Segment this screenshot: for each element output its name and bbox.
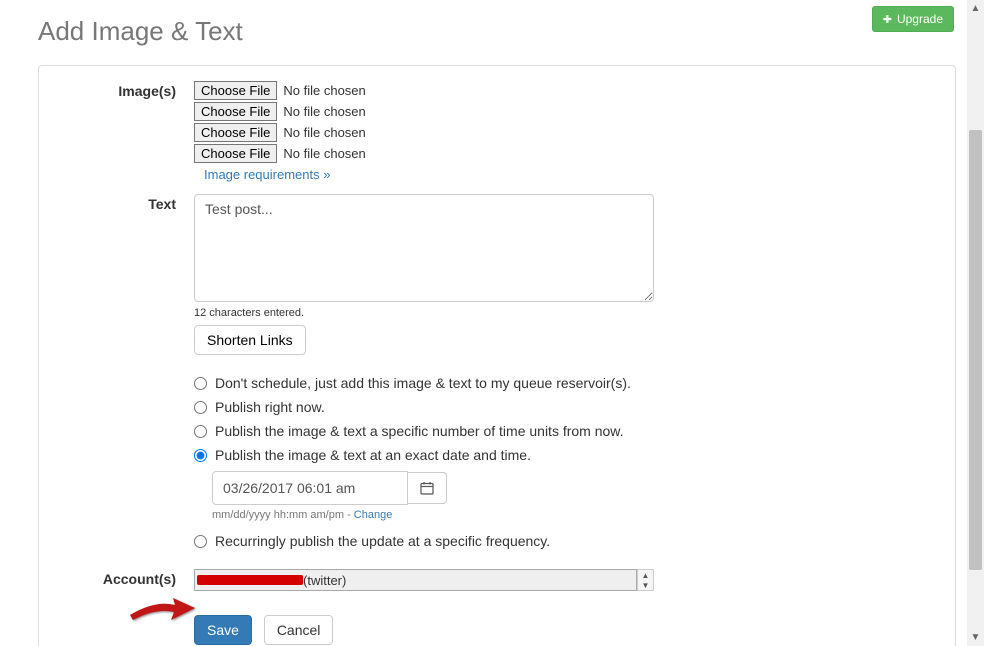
scroll-thumb[interactable] bbox=[969, 130, 982, 570]
schedule-option-now[interactable]: Publish right now. bbox=[194, 399, 940, 415]
datetime-input[interactable] bbox=[212, 471, 408, 505]
calendar-icon bbox=[420, 481, 434, 495]
radio-queue[interactable] bbox=[194, 377, 207, 390]
schedule-option-label: Recurringly publish the update at a spec… bbox=[215, 533, 550, 549]
shorten-links-button[interactable]: Shorten Links bbox=[194, 325, 306, 355]
schedule-option-offset[interactable]: Publish the image & text a specific numb… bbox=[194, 423, 940, 439]
schedule-option-exact[interactable]: Publish the image & text at an exact dat… bbox=[194, 447, 940, 463]
upgrade-label: Upgrade bbox=[897, 12, 943, 26]
accounts-selected-suffix: (twitter) bbox=[303, 573, 346, 588]
datetime-change-link[interactable]: Change bbox=[354, 509, 393, 521]
save-button[interactable]: Save bbox=[194, 615, 252, 645]
calendar-button[interactable] bbox=[408, 472, 447, 504]
form-panel: Image(s) Choose File No file chosen Choo… bbox=[38, 65, 956, 646]
chevron-down-icon: ▼ bbox=[638, 580, 653, 590]
schedule-option-queue[interactable]: Don't schedule, just add this image & te… bbox=[194, 375, 940, 391]
file-status: No file chosen bbox=[283, 146, 365, 161]
file-status: No file chosen bbox=[283, 104, 365, 119]
image-requirements-link[interactable]: Image requirements » bbox=[204, 167, 330, 182]
vertical-scrollbar[interactable]: ▲ ▼ bbox=[967, 0, 984, 646]
char-count: 12 characters entered. bbox=[194, 307, 940, 319]
chevron-up-icon: ▲ bbox=[638, 570, 653, 580]
choose-file-button[interactable]: Choose File bbox=[194, 144, 277, 163]
scroll-down-icon[interactable]: ▼ bbox=[967, 629, 984, 646]
upgrade-button[interactable]: Upgrade bbox=[872, 6, 954, 32]
schedule-option-label: Publish the image & text a specific numb… bbox=[215, 423, 624, 439]
accounts-spinner[interactable]: ▲ ▼ bbox=[637, 569, 654, 591]
images-label: Image(s) bbox=[54, 81, 194, 182]
redacted-account-name bbox=[197, 575, 303, 585]
cancel-button[interactable]: Cancel bbox=[264, 615, 334, 645]
text-textarea[interactable] bbox=[194, 194, 654, 302]
schedule-option-recurring[interactable]: Recurringly publish the update at a spec… bbox=[194, 533, 940, 549]
text-label: Text bbox=[54, 194, 194, 355]
scroll-up-icon[interactable]: ▲ bbox=[967, 0, 984, 17]
schedule-option-label: Publish the image & text at an exact dat… bbox=[215, 447, 531, 463]
choose-file-button[interactable]: Choose File bbox=[194, 81, 277, 100]
choose-file-button[interactable]: Choose File bbox=[194, 123, 277, 142]
accounts-label: Account(s) bbox=[54, 569, 194, 591]
datetime-hint: mm/dd/yyyy hh:mm am/pm - Change bbox=[212, 509, 940, 521]
radio-exact[interactable] bbox=[194, 449, 207, 462]
page-title: Add Image & Text bbox=[38, 16, 984, 47]
schedule-option-label: Publish right now. bbox=[215, 399, 325, 415]
file-status: No file chosen bbox=[283, 83, 365, 98]
accounts-select[interactable]: (twitter) ▲ ▼ bbox=[194, 569, 637, 591]
radio-recurring[interactable] bbox=[194, 535, 207, 548]
radio-now[interactable] bbox=[194, 401, 207, 414]
file-status: No file chosen bbox=[283, 125, 365, 140]
schedule-option-label: Don't schedule, just add this image & te… bbox=[215, 375, 631, 391]
choose-file-button[interactable]: Choose File bbox=[194, 102, 277, 121]
radio-offset[interactable] bbox=[194, 425, 207, 438]
